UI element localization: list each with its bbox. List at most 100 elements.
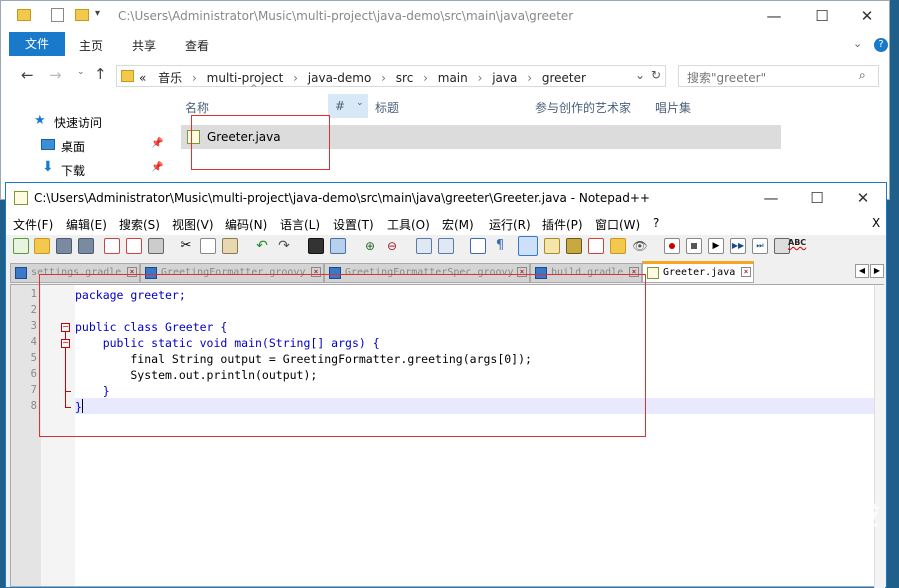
macro-fast-forward-icon[interactable]: ⏭ xyxy=(752,238,768,254)
paste-icon[interactable] xyxy=(222,238,238,254)
chevron-right-icon[interactable]: › xyxy=(423,71,428,85)
close-icon[interactable]: × xyxy=(741,267,751,277)
open-file-icon[interactable] xyxy=(34,238,50,254)
tab-scroll-left-icon[interactable]: ◀ xyxy=(855,264,869,278)
column-name[interactable]: 名称 xyxy=(185,99,209,116)
breadcrumb-item[interactable]: « xyxy=(139,71,146,85)
menu-edit[interactable]: 编辑(E) xyxy=(66,216,107,233)
menu-help[interactable]: ? xyxy=(653,216,659,230)
undo-icon[interactable]: ↶ xyxy=(254,238,270,254)
macro-run-multiple-icon[interactable]: ▶▶ xyxy=(730,238,746,254)
breadcrumb-item[interactable]: 音乐 xyxy=(158,71,182,85)
spell-check-icon[interactable]: ABC xyxy=(788,238,808,254)
menu-view[interactable]: 视图(V) xyxy=(172,216,214,233)
macro-play-icon[interactable]: ▶ xyxy=(708,238,724,254)
back-arrow-icon[interactable]: ← xyxy=(21,66,34,84)
sync-vertical-icon[interactable] xyxy=(416,238,432,254)
function-list-icon[interactable] xyxy=(588,238,604,254)
column-title[interactable]: 标题 xyxy=(375,99,399,116)
new-folder-icon[interactable] xyxy=(75,9,89,21)
refresh-icon[interactable]: ↻ xyxy=(651,68,661,82)
search-icon[interactable]: ⌕ xyxy=(859,68,866,83)
close-all-icon[interactable] xyxy=(126,238,142,254)
show-all-characters-icon[interactable]: ¶ xyxy=(492,238,508,254)
column-album[interactable]: 唱片集 xyxy=(655,99,691,116)
menu-encoding[interactable]: 编码(N) xyxy=(225,216,267,233)
menu-close-document[interactable]: X xyxy=(872,216,880,230)
chevron-right-icon[interactable]: › xyxy=(192,71,197,85)
ribbon-tab-file[interactable]: 文件 xyxy=(9,32,65,56)
menu-file[interactable]: 文件(F) xyxy=(13,216,53,233)
properties-icon[interactable] xyxy=(51,8,64,22)
document-map-icon[interactable] xyxy=(566,238,582,254)
breadcrumb-item[interactable]: multi-project xyxy=(207,71,284,85)
chevron-down-icon[interactable]: ⌄ xyxy=(853,37,862,50)
indent-guide-icon[interactable] xyxy=(518,236,538,256)
minimize-button[interactable]: — xyxy=(751,1,797,32)
help-icon[interactable]: ? xyxy=(874,38,888,52)
word-wrap-icon[interactable] xyxy=(470,238,486,254)
menu-language[interactable]: 语言(L) xyxy=(280,216,320,233)
close-button[interactable]: ✕ xyxy=(840,183,886,214)
macro-stop-icon[interactable] xyxy=(686,238,702,254)
chevron-right-icon[interactable]: › xyxy=(381,71,386,85)
close-button[interactable]: ✕ xyxy=(844,1,890,32)
maximize-button[interactable]: ☐ xyxy=(799,1,845,32)
search-input[interactable]: 搜索"greeter" ⌕ xyxy=(678,65,879,87)
address-dropdown-icon[interactable]: ⌄ xyxy=(635,68,645,82)
find-icon[interactable] xyxy=(308,238,324,254)
save-all-icon[interactable] xyxy=(78,238,94,254)
save-icon[interactable] xyxy=(56,238,72,254)
notepad-title: C:\Users\Administrator\Music\multi-proje… xyxy=(34,191,650,205)
ribbon-tab-share[interactable]: 共享 xyxy=(132,37,156,54)
breadcrumb-item[interactable]: java xyxy=(492,71,517,85)
close-file-icon[interactable] xyxy=(104,238,120,254)
vertical-scrollbar[interactable] xyxy=(874,285,885,588)
menu-run[interactable]: 运行(R) xyxy=(489,216,531,233)
menu-settings[interactable]: 设置(T) xyxy=(333,216,374,233)
new-file-icon[interactable] xyxy=(13,238,29,254)
recent-dropdown-icon[interactable]: ⌄ xyxy=(77,67,85,77)
address-input[interactable]: « 音乐 › multi-project › java-demo › src ›… xyxy=(116,65,666,87)
breadcrumb-item[interactable]: src xyxy=(396,71,414,85)
forward-arrow-icon[interactable]: → xyxy=(49,66,62,84)
tab-scroll-right-icon[interactable]: ▶ xyxy=(870,264,884,278)
sort-arrow-icon: ^ xyxy=(250,84,258,94)
menu-plugins[interactable]: 插件(P) xyxy=(542,216,583,233)
tab-greeter-java[interactable]: Greeter.java × xyxy=(642,261,754,283)
chevron-right-icon[interactable]: › xyxy=(527,71,532,85)
menu-window[interactable]: 窗口(W) xyxy=(595,216,640,233)
chevron-right-icon[interactable]: › xyxy=(293,71,298,85)
ribbon-tab-view[interactable]: 查看 xyxy=(185,37,209,54)
pin-icon[interactable]: 📌 xyxy=(151,138,163,149)
quick-access-dropdown-icon[interactable]: ▾ xyxy=(95,8,100,19)
folder-as-workspace-icon[interactable] xyxy=(610,238,626,254)
macro-record-icon[interactable] xyxy=(664,238,680,254)
column-dropdown-icon[interactable]: ⌄ xyxy=(356,98,364,108)
column-number[interactable]: # xyxy=(335,99,345,113)
breadcrumb-item[interactable]: greeter xyxy=(542,71,586,85)
menu-macro[interactable]: 宏(M) xyxy=(442,216,474,233)
pin-icon[interactable]: 📌 xyxy=(151,162,163,173)
sync-horizontal-icon[interactable] xyxy=(438,238,454,254)
zoom-out-icon[interactable]: ⊖ xyxy=(384,238,400,254)
redo-icon[interactable]: ↷ xyxy=(276,238,292,254)
breadcrumb-item[interactable]: main xyxy=(438,71,468,85)
chevron-right-icon[interactable]: › xyxy=(478,71,483,85)
breadcrumb-item[interactable]: java-demo xyxy=(308,71,372,85)
up-arrow-icon[interactable]: ↑ xyxy=(94,65,107,83)
zoom-in-icon[interactable]: ⊕ xyxy=(362,238,378,254)
replace-icon[interactable] xyxy=(330,238,346,254)
maximize-button[interactable]: ☐ xyxy=(794,183,840,214)
menu-tools[interactable]: 工具(O) xyxy=(387,216,430,233)
column-artist[interactable]: 参与创作的艺术家 xyxy=(535,99,631,116)
monitoring-eye-icon[interactable]: 👁 xyxy=(632,238,648,254)
user-defined-language-icon[interactable] xyxy=(544,238,560,254)
toolbar: ✂ ↶ ↷ ⊕ ⊖ ¶ 👁 ▶ ▶▶ ⏭ ABC xyxy=(6,235,886,259)
minimize-button[interactable]: — xyxy=(748,183,794,214)
menu-search[interactable]: 搜索(S) xyxy=(119,216,160,233)
print-icon[interactable] xyxy=(148,238,164,254)
copy-icon[interactable] xyxy=(200,238,216,254)
ribbon-tab-home[interactable]: 主页 xyxy=(79,37,103,54)
cut-icon[interactable]: ✂ xyxy=(178,238,194,254)
